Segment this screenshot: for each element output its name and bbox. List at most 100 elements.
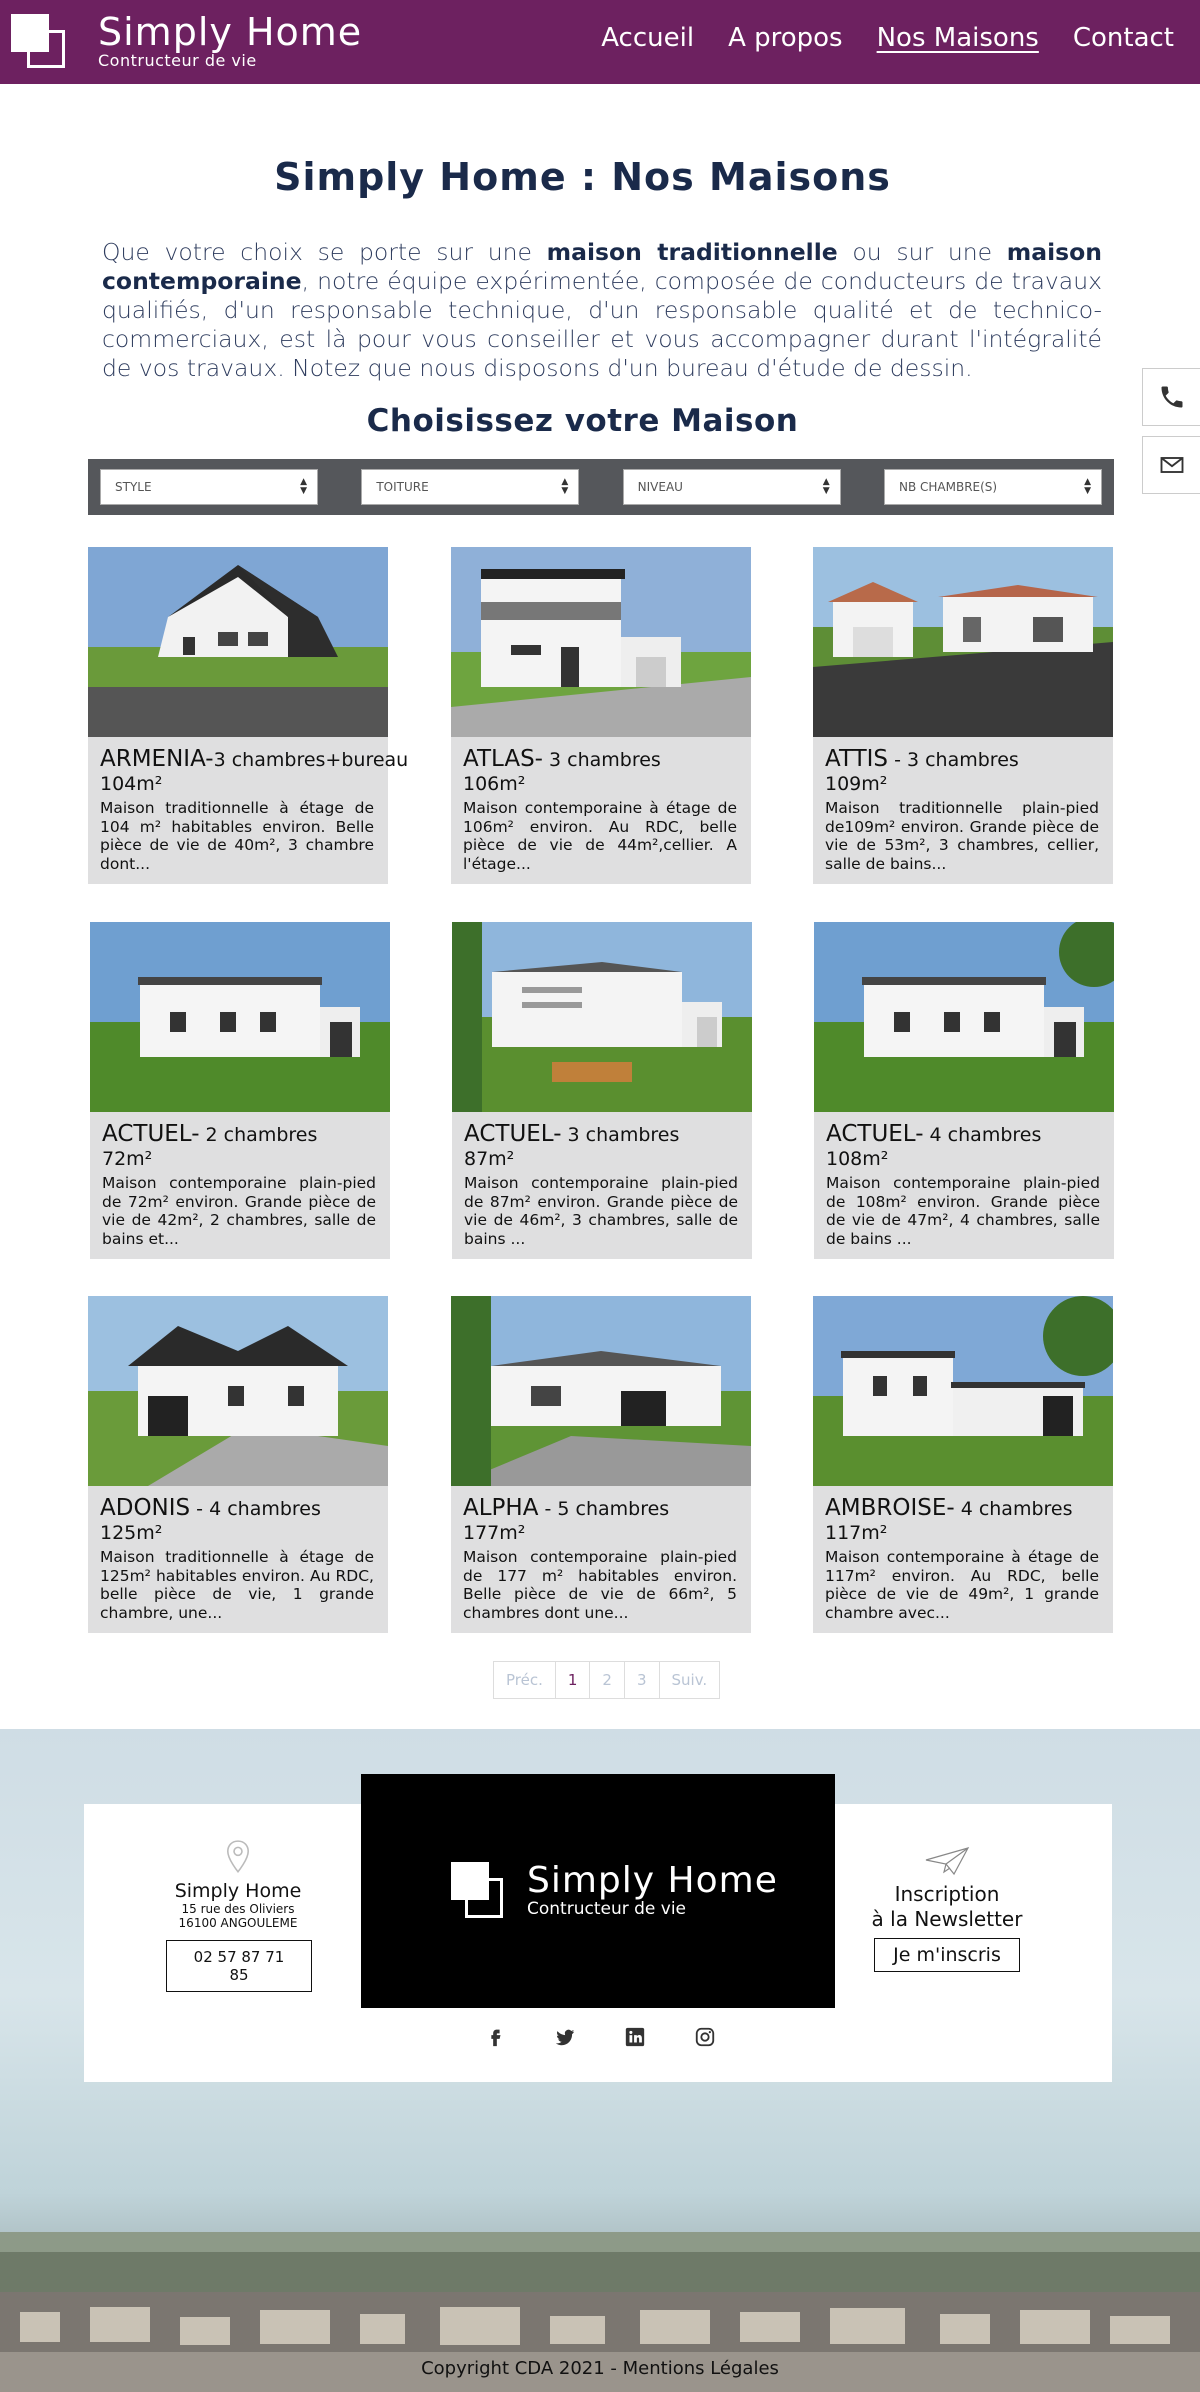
house-description: Maison contemporaine plain-pied de 108m²… (826, 1174, 1100, 1248)
intro-bold-traditionnelle: maison traditionnelle (546, 238, 838, 266)
house-name: ALPHA (463, 1495, 539, 1521)
house-card[interactable]: ATTIS - 3 chambres 109m² Maison traditio… (813, 547, 1113, 884)
address-street: 15 rue des Oliviers (181, 1902, 295, 1916)
house-image[interactable] (88, 547, 388, 737)
house-image[interactable] (814, 922, 1114, 1112)
house-name: ATTIS (825, 746, 889, 772)
house-name: ATLAS- (463, 746, 543, 772)
house-area: 177m² (463, 1522, 526, 1544)
house-rooms: - 5 chambres (538, 1498, 670, 1520)
nav-accueil[interactable]: Accueil (601, 18, 694, 58)
house-area: 72m² (102, 1148, 153, 1170)
house-title: AMBROISE- 4 chambres (825, 1495, 1109, 1522)
house-title: ACTUEL- 4 chambres (826, 1121, 1110, 1148)
house-area: 125m² (100, 1522, 163, 1544)
mail-button[interactable] (1142, 436, 1200, 494)
brand-name: Simply Home (98, 10, 363, 54)
house-card[interactable]: ARMENIA-3 chambres+bureau 104m² Maison t… (88, 547, 408, 884)
house-area: 104m² (100, 773, 163, 795)
footer-brand-tagline: Contructeur de vie (527, 1899, 687, 1919)
phone-number-button[interactable]: 02 57 87 71 85 (166, 1940, 312, 1992)
filter-label: NB CHAMBRE(S) (898, 480, 998, 494)
house-title: ATTIS - 3 chambres (825, 746, 1109, 773)
copyright-text[interactable]: Copyright CDA 2021 - Mentions Légales (0, 2358, 1200, 2379)
house-area: 109m² (825, 773, 888, 795)
house-image[interactable] (451, 547, 751, 737)
house-image[interactable] (813, 1296, 1113, 1486)
select-arrows-icon: ▲ ▼ (1084, 477, 1091, 496)
intro-part: ou sur une (837, 238, 1007, 266)
brand-tagline: Contructeur de vie (98, 51, 257, 70)
house-title: ARMENIA-3 chambres+bureau (100, 746, 408, 773)
house-description: Maison traditionnelle plain-pied de109m²… (825, 799, 1099, 873)
house-description: Maison traditionnelle à étage de 104 m² … (100, 799, 374, 873)
pager-prev[interactable]: Préc. (494, 1662, 556, 1698)
twitter-icon[interactable] (554, 2026, 576, 2048)
house-card[interactable]: ADONIS - 4 chambres 125m² Maison traditi… (88, 1296, 388, 1633)
house-rooms: 3 chambres (561, 1124, 680, 1146)
house-image[interactable] (88, 1296, 388, 1486)
house-card[interactable]: ACTUEL- 4 chambres 108m² Maison contempo… (814, 922, 1114, 1259)
house-image[interactable] (813, 547, 1113, 737)
house-rooms: 2 chambres (199, 1124, 318, 1146)
social-links (484, 2026, 716, 2048)
newsletter-line1: Inscription (894, 1882, 1000, 1906)
linkedin-icon[interactable] (624, 2026, 646, 2048)
house-description: Maison traditionnelle à étage de 125m² h… (100, 1548, 374, 1622)
house-area: 108m² (826, 1148, 889, 1170)
filter-niveau[interactable]: NIVEAU ▲ ▼ (622, 469, 841, 505)
nav-nos-maisons[interactable]: Nos Maisons (877, 18, 1039, 58)
address-city: 16100 ANGOULEME (178, 1916, 298, 1930)
house-card[interactable]: ACTUEL- 3 chambres 87m² Maison contempor… (452, 922, 752, 1259)
house-rooms: - 4 chambres (190, 1498, 321, 1520)
pagination: Préc. 1 2 3 Suiv. (493, 1661, 721, 1699)
house-title: ATLAS- 3 chambres (463, 746, 747, 773)
house-card[interactable]: ATLAS- 3 chambres 106m² Maison contempor… (451, 547, 751, 884)
pager-page-3[interactable]: 3 (625, 1662, 660, 1698)
filter-nb-chambres[interactable]: NB CHAMBRE(S) ▲ ▼ (883, 469, 1102, 505)
nav-contact[interactable]: Contact (1073, 18, 1174, 58)
house-description: Maison contemporaine plain-pied de 87m² … (464, 1174, 738, 1248)
nav-a-propos[interactable]: A propos (728, 18, 843, 58)
pager-next[interactable]: Suiv. (660, 1662, 720, 1698)
house-card[interactable]: ALPHA - 5 chambres 177m² Maison contempo… (451, 1296, 751, 1633)
filter-toiture[interactable]: TOITURE ▲ ▼ (361, 469, 580, 505)
house-image[interactable] (452, 922, 752, 1112)
house-rooms: 3 chambres (542, 749, 661, 771)
intro-part: Que votre choix se porte sur une (102, 238, 547, 266)
house-description: Maison contemporaine plain-pied de 72m² … (102, 1174, 376, 1248)
house-rooms: 4 chambres (954, 1498, 1073, 1520)
facebook-icon[interactable] (484, 2026, 506, 2048)
brand[interactable]: Simply Home Contructeur de vie (98, 12, 362, 70)
house-name: ACTUEL- (464, 1121, 562, 1147)
mail-icon (1160, 457, 1183, 473)
house-area: 106m² (463, 773, 526, 795)
house-image[interactable] (451, 1296, 751, 1486)
pager-page-2[interactable]: 2 (590, 1662, 625, 1698)
location-pin-icon (227, 1840, 249, 1873)
house-name: AMBROISE- (825, 1495, 955, 1521)
newsletter-subscribe-button[interactable]: Je m'inscris (874, 1938, 1020, 1972)
paper-plane-icon (925, 1847, 970, 1876)
house-area: 117m² (825, 1522, 888, 1544)
filter-bar: STYLE ▲ ▼ TOITURE ▲ ▼ NIVEAU ▲ ▼ NB CHAMBRE(S)… (88, 459, 1114, 515)
logo-icon[interactable] (11, 14, 65, 70)
footer-newsletter: Inscription à la Newsletter Je m'inscris (870, 1846, 1024, 1972)
instagram-icon[interactable] (694, 2026, 716, 2048)
house-image[interactable] (90, 922, 390, 1112)
select-arrows-icon: ▲ ▼ (822, 477, 830, 496)
footer-address: Simply Home 15 rue des Oliviers 16100 AN… (166, 1840, 312, 1992)
house-card[interactable]: AMBROISE- 4 chambres 117m² Maison contem… (813, 1296, 1113, 1633)
house-name: ARMENIA- (100, 746, 214, 772)
pager-page-1[interactable]: 1 (556, 1662, 591, 1698)
house-card[interactable]: ACTUEL- 2 chambres 72m² Maison contempor… (90, 922, 390, 1259)
filter-style[interactable]: STYLE ▲ ▼ (100, 469, 318, 505)
house-description: Maison contemporaine à étage de 106m² en… (463, 799, 737, 873)
filter-label: NIVEAU (637, 480, 683, 494)
house-title: ACTUEL- 3 chambres (464, 1121, 748, 1148)
footer-brand-name: Simply Home (527, 1860, 778, 1901)
house-title: ALPHA - 5 chambres (463, 1495, 747, 1522)
choose-title: Choisissez votre Maison (366, 403, 799, 439)
house-area: 87m² (464, 1148, 515, 1170)
house-name: ACTUEL- (102, 1121, 200, 1147)
